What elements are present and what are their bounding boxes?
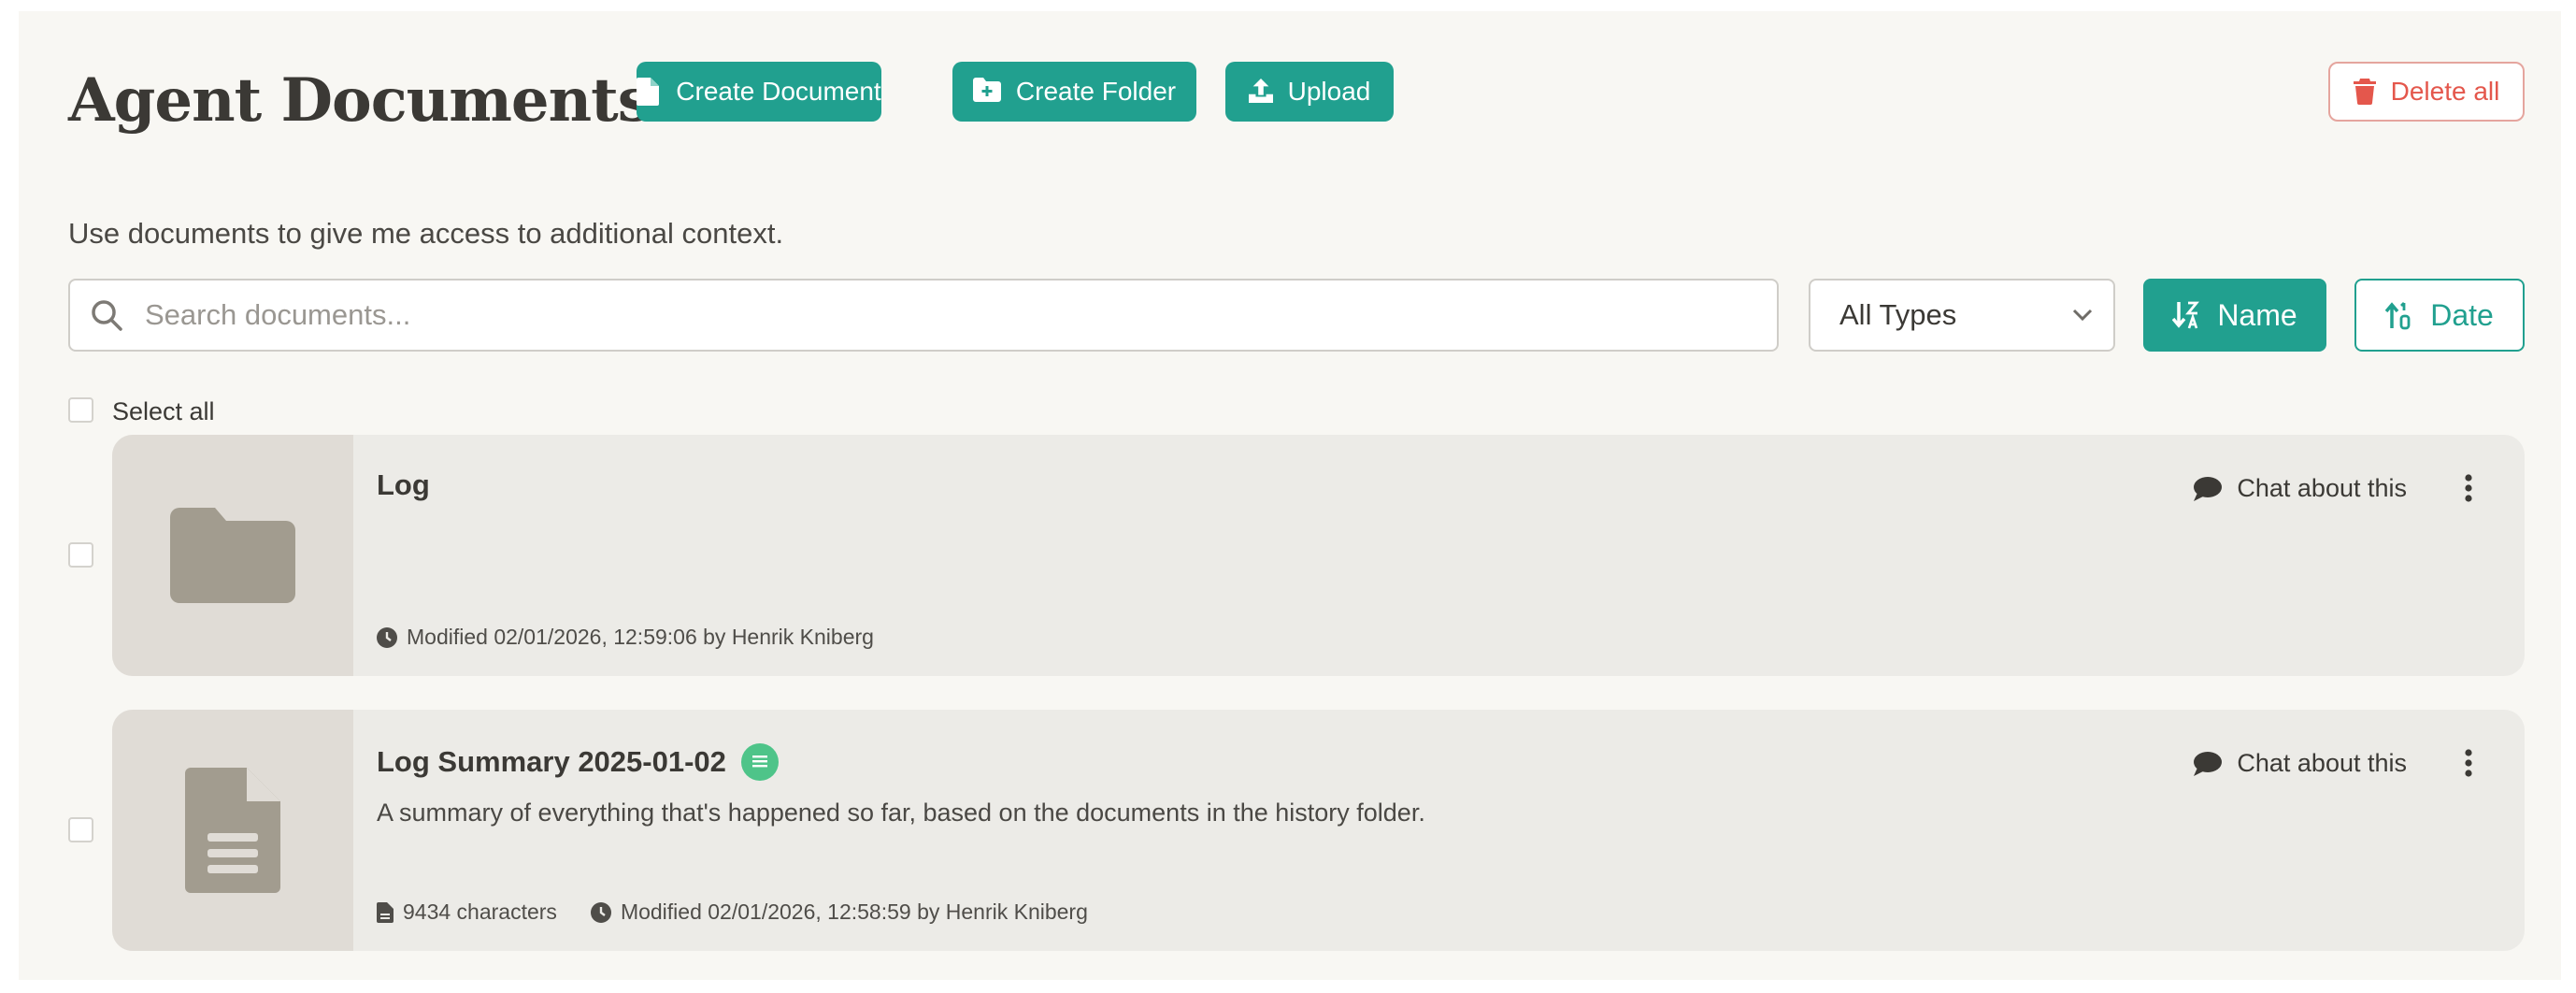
character-count: 9434 characters bbox=[403, 899, 557, 924]
chevron-down-icon bbox=[2072, 309, 2093, 322]
create-document-label: Create Document bbox=[676, 77, 881, 106]
modified-text: Modified 02/01/2026, 12:58:59 by Henrik … bbox=[620, 899, 1088, 924]
folder-thumbnail bbox=[112, 435, 353, 676]
more-options-button[interactable] bbox=[2459, 474, 2478, 502]
document-name[interactable]: Log bbox=[377, 468, 430, 502]
select-all-checkbox[interactable] bbox=[68, 397, 93, 423]
upload-button[interactable]: Upload bbox=[1225, 62, 1394, 122]
type-filter-select[interactable]: All Types bbox=[1809, 279, 2115, 352]
document-name[interactable]: Log Summary 2025-01-02 bbox=[377, 743, 779, 781]
document-card[interactable]: Log Summary 2025-01-02 A summary of ever… bbox=[112, 710, 2525, 951]
select-all-label: Select all bbox=[112, 397, 215, 425]
chat-bubble-icon bbox=[2194, 751, 2223, 776]
document-name-text: Log bbox=[377, 468, 430, 501]
clock-icon bbox=[377, 626, 397, 648]
more-vertical-icon bbox=[2464, 749, 2473, 777]
sort-by-date-button[interactable]: Date bbox=[2354, 279, 2525, 352]
sort-alpha-icon bbox=[2172, 300, 2200, 330]
create-folder-button[interactable]: Create Folder bbox=[952, 62, 1196, 122]
document-description: A summary of everything that's happened … bbox=[377, 799, 1425, 827]
folder-plus-icon bbox=[972, 78, 1001, 106]
row-checkbox[interactable] bbox=[68, 542, 93, 568]
document-meta: 9434 characters Modified 02/01/2026, 12:… bbox=[377, 899, 1088, 925]
search-icon bbox=[70, 299, 122, 331]
folder-icon bbox=[170, 508, 295, 603]
document-meta: Modified 02/01/2026, 12:59:06 by Henrik … bbox=[377, 625, 874, 650]
trash-icon bbox=[2353, 79, 2376, 105]
more-options-button[interactable] bbox=[2459, 749, 2478, 777]
sort-name-label: Name bbox=[2217, 297, 2297, 332]
sort-date-icon bbox=[2385, 300, 2413, 330]
document-icon bbox=[637, 78, 661, 106]
chat-about-this-button[interactable]: Chat about this bbox=[2194, 749, 2407, 778]
document-card[interactable]: Log Modified 02/01/2026, 12:59:06 by Hen… bbox=[112, 435, 2525, 676]
chat-bubble-icon bbox=[2194, 476, 2223, 501]
documents-panel: Agent Documents Create Document Create F… bbox=[19, 11, 2561, 980]
sort-date-label: Date bbox=[2430, 297, 2494, 332]
chat-about-this-button[interactable]: Chat about this bbox=[2194, 474, 2407, 503]
document-icon bbox=[185, 768, 280, 893]
delete-all-label: Delete all bbox=[2390, 77, 2500, 106]
search-input[interactable] bbox=[143, 297, 1736, 333]
file-icon bbox=[377, 901, 394, 923]
clock-icon bbox=[590, 901, 611, 923]
chat-label: Chat about this bbox=[2237, 749, 2407, 777]
sort-by-name-button[interactable]: Name bbox=[2143, 279, 2326, 352]
document-thumbnail bbox=[112, 710, 353, 951]
page-subtitle: Use documents to give me access to addit… bbox=[68, 217, 784, 250]
upload-icon bbox=[1248, 78, 1273, 106]
create-folder-label: Create Folder bbox=[1015, 77, 1177, 106]
page-title: Agent Documents bbox=[68, 65, 651, 136]
chat-label: Chat about this bbox=[2237, 474, 2407, 502]
delete-all-button[interactable]: Delete all bbox=[2328, 62, 2525, 122]
modified-text: Modified 02/01/2026, 12:59:06 by Henrik … bbox=[407, 625, 874, 649]
row-checkbox[interactable] bbox=[68, 817, 93, 842]
search-bar[interactable] bbox=[68, 279, 1779, 352]
type-filter-value: All Types bbox=[1839, 298, 1957, 331]
more-vertical-icon bbox=[2464, 474, 2473, 502]
text-lines-icon bbox=[740, 743, 779, 781]
upload-label: Upload bbox=[1287, 77, 1371, 106]
create-document-button[interactable]: Create Document bbox=[637, 62, 881, 122]
document-name-text: Log Summary 2025-01-02 bbox=[377, 745, 726, 778]
